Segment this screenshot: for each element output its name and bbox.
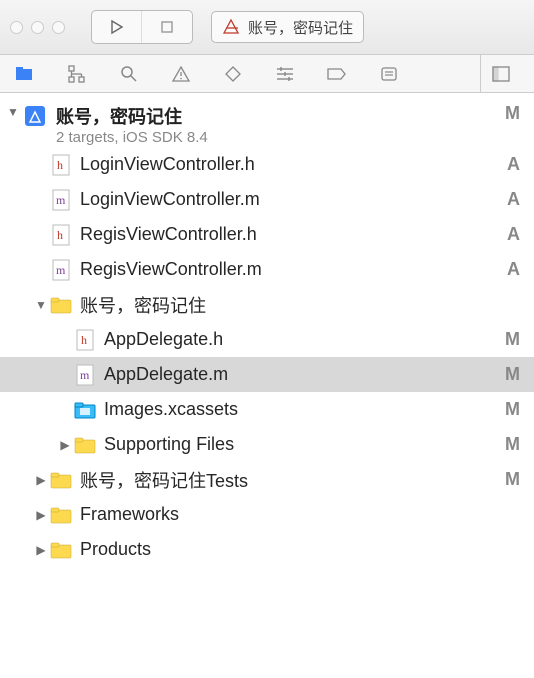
scheme-selector[interactable]: 账号，密码记住	[211, 11, 364, 43]
svg-text:m: m	[56, 263, 66, 277]
project-navigator-tab[interactable]	[14, 63, 36, 85]
file-label: AppDelegate.m	[104, 364, 500, 385]
file-label: Frameworks	[80, 504, 500, 525]
disclosure-triangle-closed[interactable]: ▶	[32, 471, 50, 489]
m-icon: m	[74, 364, 96, 386]
m-icon: m	[50, 259, 72, 281]
h-icon: h	[50, 154, 72, 176]
disclosure-triangle-open[interactable]: ▼	[32, 296, 50, 314]
scm-badge: A	[500, 189, 520, 210]
report-navigator-tab[interactable]	[378, 63, 400, 85]
svg-text:m: m	[80, 368, 90, 382]
scm-badge: A	[500, 154, 520, 175]
tree-row[interactable]: ▶ 账号，密码记住TestsM	[0, 462, 534, 497]
folder-icon	[50, 504, 72, 526]
tree-row[interactable]: ▶mRegisViewController.mA	[0, 252, 534, 287]
tree-row[interactable]: ▶ Products	[0, 532, 534, 567]
folder-icon	[50, 469, 72, 491]
disclosure-triangle-open[interactable]: ▼	[4, 103, 22, 121]
toolbar: 账号，密码记住	[0, 0, 534, 55]
run-stop-group	[91, 10, 193, 44]
disclosure-triangle-closed[interactable]: ▶	[32, 506, 50, 524]
project-row[interactable]: ▼ 账号，密码记住 2 targets, iOS SDK 8.4 M	[0, 99, 534, 147]
file-label: 账号，密码记住	[80, 292, 500, 318]
app-icon	[222, 18, 240, 36]
stop-button[interactable]	[142, 11, 192, 43]
tree-row[interactable]: ▶mAppDelegate.mM	[0, 357, 534, 392]
folder-icon	[50, 294, 72, 316]
scm-badge: M	[500, 103, 520, 124]
scm-badge: M	[500, 434, 520, 455]
svg-text:h: h	[57, 158, 63, 172]
m-icon: m	[50, 189, 72, 211]
tree-row[interactable]: ▶hAppDelegate.hM	[0, 322, 534, 357]
disclosure-triangle-closed[interactable]: ▶	[32, 541, 50, 559]
issue-navigator-tab[interactable]	[170, 63, 192, 85]
tree-row[interactable]: ▶hLoginViewController.hA	[0, 147, 534, 182]
tree-row[interactable]: ▶ Supporting FilesM	[0, 427, 534, 462]
debug-navigator-tab[interactable]	[274, 63, 296, 85]
tree-row[interactable]: ▶Images.xcassetsM	[0, 392, 534, 427]
project-navigator: ▼ 账号，密码记住 2 targets, iOS SDK 8.4 M ▶ h Log…	[0, 93, 534, 567]
folder-icon	[50, 539, 72, 561]
svg-text:m: m	[56, 193, 66, 207]
file-label: AppDelegate.h	[104, 329, 500, 350]
file-label: RegisViewController.h	[80, 224, 500, 245]
symbol-navigator-tab[interactable]	[66, 63, 88, 85]
file-label: Images.xcassets	[104, 399, 500, 420]
h-icon: h	[74, 329, 96, 351]
scm-badge: M	[500, 469, 520, 490]
run-button[interactable]	[92, 11, 142, 43]
scm-badge: A	[500, 259, 520, 280]
file-label: RegisViewController.m	[80, 259, 500, 280]
scheme-name: 账号，密码记住	[248, 17, 353, 38]
file-label: LoginViewController.h	[80, 154, 500, 175]
file-label: Products	[80, 539, 500, 560]
right-pane-toggle[interactable]	[480, 55, 520, 92]
xcodeproj-icon	[22, 103, 48, 129]
tree-row[interactable]: ▶ Frameworks	[0, 497, 534, 532]
svg-text:h: h	[81, 333, 87, 347]
close-window[interactable]	[10, 21, 23, 34]
file-label: 账号，密码记住Tests	[80, 467, 500, 493]
folder-icon	[74, 434, 96, 456]
scm-badge: M	[500, 329, 520, 350]
scm-badge: M	[500, 364, 520, 385]
project-subtitle: 2 targets, iOS SDK 8.4	[56, 129, 500, 146]
file-label: Supporting Files	[104, 434, 500, 455]
tree-row[interactable]: ▼ 账号，密码记住	[0, 287, 534, 322]
h-icon: h	[50, 224, 72, 246]
file-label: LoginViewController.m	[80, 189, 500, 210]
scm-badge: M	[500, 399, 520, 420]
project-name: 账号，密码记住	[56, 103, 500, 129]
minimize-window[interactable]	[31, 21, 44, 34]
navigator-tabs	[0, 55, 534, 93]
disclosure-triangle-closed[interactable]: ▶	[56, 436, 74, 454]
test-navigator-tab[interactable]	[222, 63, 244, 85]
tree-row[interactable]: ▶mLoginViewController.mA	[0, 182, 534, 217]
find-navigator-tab[interactable]	[118, 63, 140, 85]
window-controls	[10, 21, 65, 34]
breakpoint-navigator-tab[interactable]	[326, 63, 348, 85]
svg-text:h: h	[57, 228, 63, 242]
tree-row[interactable]: ▶hRegisViewController.hA	[0, 217, 534, 252]
zoom-window[interactable]	[52, 21, 65, 34]
scm-badge: A	[500, 224, 520, 245]
assets-icon	[74, 399, 96, 421]
